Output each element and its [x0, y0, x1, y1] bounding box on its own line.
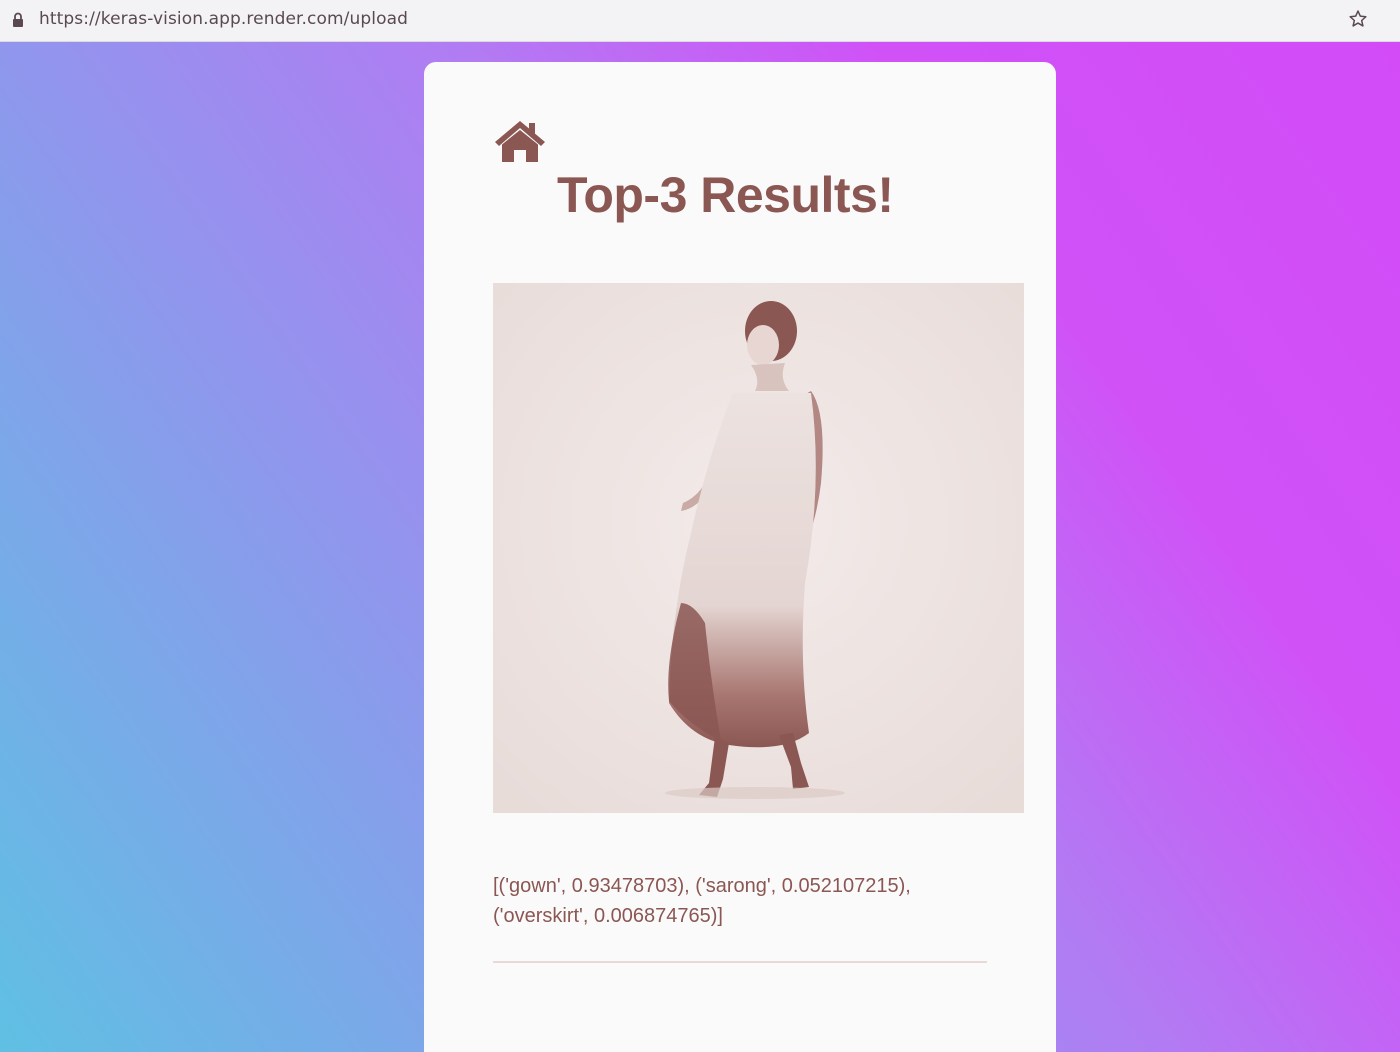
divider: [493, 961, 987, 963]
uploaded-image: [493, 283, 1024, 813]
url-field[interactable]: https://keras-vision.app.render.com/uplo…: [39, 9, 408, 29]
results-card: Top-3 Results! [('gown', 0.93478703), ('…: [424, 62, 1056, 1052]
home-icon[interactable]: [493, 118, 547, 164]
page-title: Top-3 Results!: [557, 167, 894, 223]
prediction-results: [('gown', 0.93478703), ('sarong', 0.0521…: [493, 875, 911, 927]
lock-icon: [13, 12, 23, 27]
star-icon[interactable]: [1348, 9, 1368, 29]
browser-address-bar: https://keras-vision.app.render.com/uplo…: [0, 0, 1400, 42]
page-background: Top-3 Results! [('gown', 0.93478703), ('…: [0, 42, 1400, 1052]
